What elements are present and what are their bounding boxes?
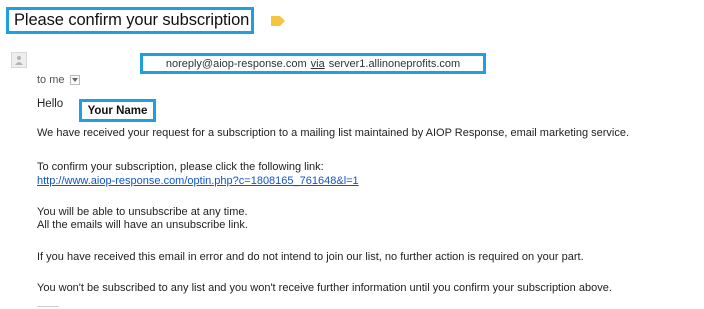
sender-highlight-box: noreply@aiop-response.com via server1.al…	[140, 53, 486, 74]
chevron-down-icon	[71, 78, 78, 82]
via-link[interactable]: via	[311, 58, 325, 70]
label-tag-icon[interactable]	[271, 16, 285, 26]
via-server: server1.allinoneprofits.com	[328, 57, 461, 70]
body-unsubscribe-line-2: All the emails will have an unsubscribe …	[37, 219, 248, 231]
person-icon	[15, 56, 23, 65]
email-subject: Please confirm your subscription	[14, 11, 250, 29]
confirm-link[interactable]: http://www.aiop-response.com/optin.php?c…	[37, 175, 359, 187]
recipient-name-highlight-box: Your Name	[79, 99, 156, 122]
body-paragraph-1: We have received your request for a subs…	[37, 127, 630, 139]
to-me-label: to me	[37, 74, 65, 86]
body-paragraph-final: You won't be subscribed to any list and …	[37, 282, 612, 294]
greeting: Hello	[37, 98, 64, 110]
recipient-name: Your Name	[87, 104, 148, 117]
recipient-line: to me	[37, 74, 80, 86]
signature-divider	[37, 306, 59, 307]
body-confirm-intro: To confirm your subscription, please cli…	[37, 161, 324, 173]
sender-avatar[interactable]	[11, 52, 27, 68]
body-unsubscribe-line-1: You will be able to unsubscribe at any t…	[37, 206, 248, 218]
body-paragraph-error: If you have received this email in error…	[37, 251, 584, 263]
show-details-button[interactable]	[69, 75, 80, 85]
subject-highlight-box: Please confirm your subscription	[6, 7, 254, 34]
sender-email[interactable]: noreply@aiop-response.com	[166, 58, 307, 70]
